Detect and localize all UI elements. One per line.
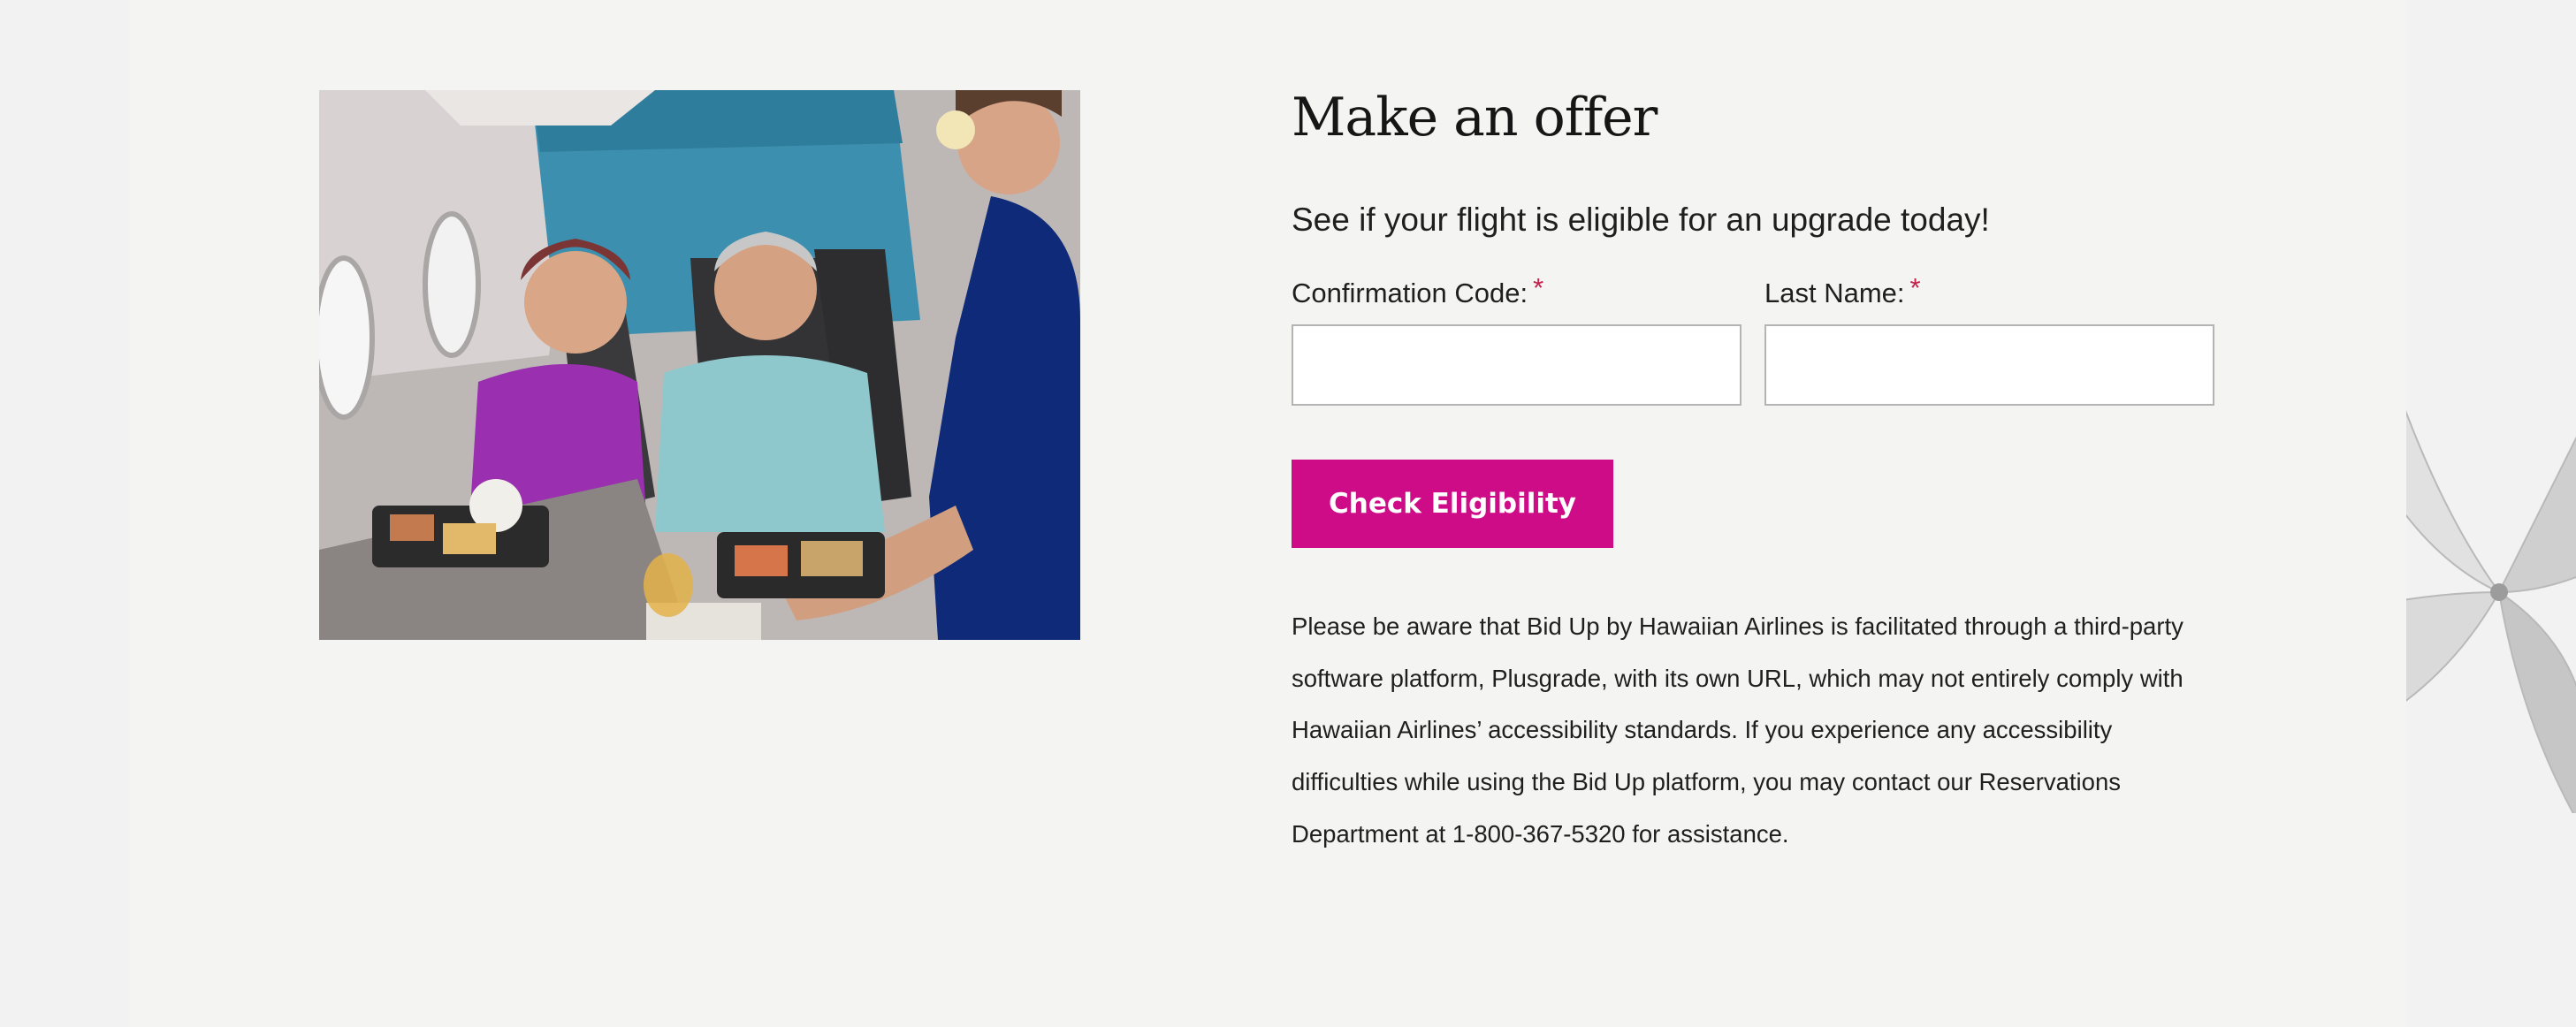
- confirmation-code-label-text: Confirmation Code:: [1292, 278, 1528, 308]
- last-name-input[interactable]: [1764, 324, 2214, 406]
- accessibility-disclaimer: Please be aware that Bid Up by Hawaiian …: [1292, 612, 2184, 848]
- check-eligibility-button[interactable]: Check Eligibility: [1292, 460, 1613, 548]
- last-name-label: Last Name: *: [1764, 272, 1921, 309]
- cabin-photo: [319, 90, 1080, 640]
- last-name-label-text: Last Name:: [1764, 278, 1905, 308]
- confirmation-code-input[interactable]: [1292, 324, 1741, 406]
- page-subtitle: See if your flight is eligible for an up…: [1292, 202, 1990, 238]
- page-title: Make an offer: [1292, 87, 1658, 148]
- confirmation-code-label: Confirmation Code: *: [1292, 272, 1543, 309]
- required-marker: *: [1909, 272, 1921, 303]
- plumeria-flower-decoration: [2406, 371, 2576, 813]
- page: Make an offer See if your flight is elig…: [0, 0, 2576, 1027]
- required-marker: *: [1533, 272, 1544, 303]
